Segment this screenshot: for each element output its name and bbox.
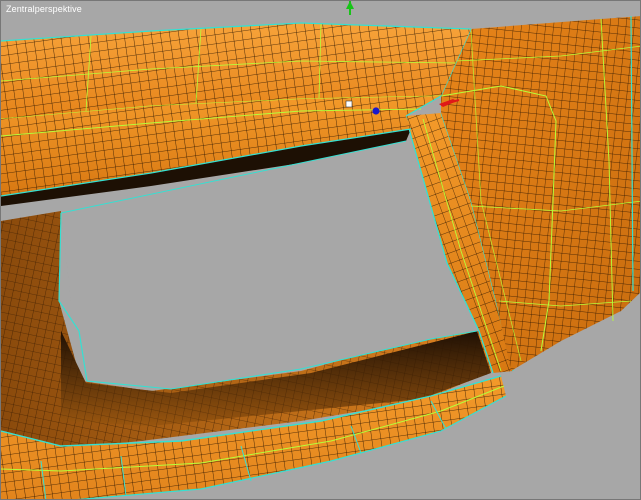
gizmo-origin[interactable] (345, 100, 353, 108)
viewport-scene[interactable] (1, 1, 641, 500)
3d-viewport[interactable]: Zentralperspektive (0, 0, 641, 500)
gizmo-z-handle[interactable] (372, 107, 380, 115)
viewport-label: Zentralperspektive (6, 4, 82, 14)
